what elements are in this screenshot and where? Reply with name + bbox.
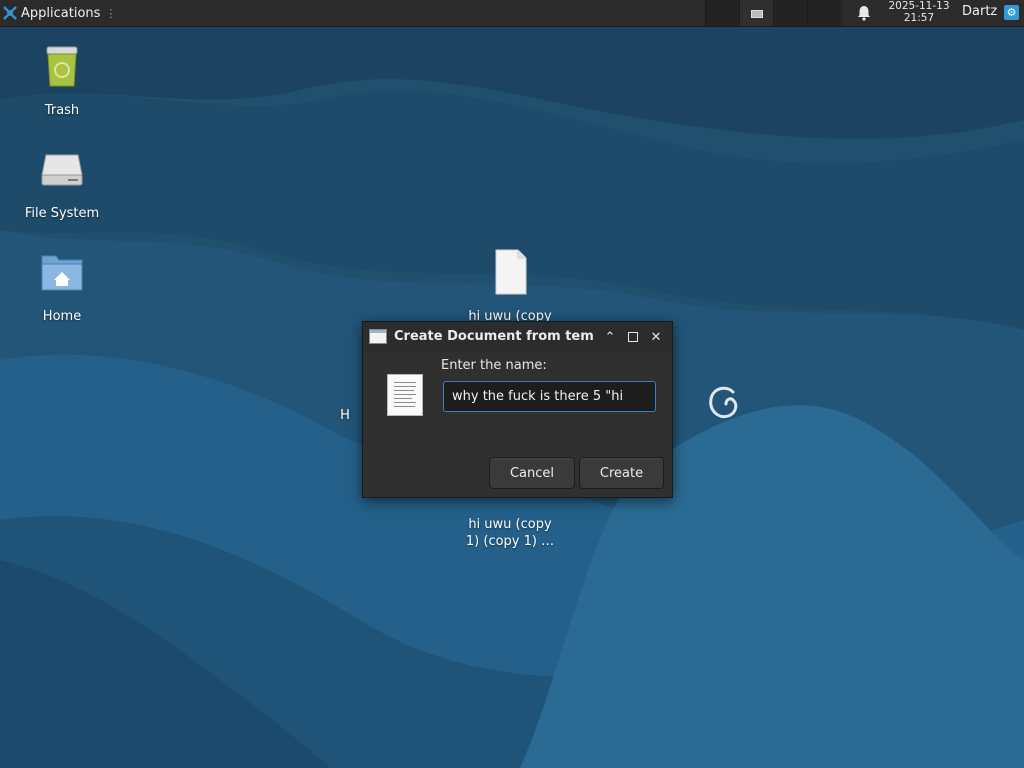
desktop-icon-trash[interactable]: Trash xyxy=(7,42,117,119)
clock-date: 2025-11-13 xyxy=(888,0,950,12)
window-thumbnail-icon xyxy=(751,10,763,18)
xfce-logo-icon xyxy=(3,6,17,20)
create-document-dialog: Create Document from templ ⌃ ✕ Enter the… xyxy=(362,321,673,498)
home-folder-icon xyxy=(41,255,83,291)
document-template-icon xyxy=(387,374,423,416)
desktop-icon-home[interactable]: Home xyxy=(7,248,117,325)
gear-icon[interactable]: ⚙ xyxy=(1004,5,1019,20)
top-panel: Applications ⋮ 2025-11-13 21:57 Dartz ⚙ xyxy=(0,0,1024,27)
desktop-icon-label: Home xyxy=(42,309,82,324)
workspace-4-button[interactable] xyxy=(807,0,842,26)
cancel-button[interactable]: Cancel xyxy=(489,457,575,489)
panel-clock[interactable]: 2025-11-13 21:57 xyxy=(884,0,954,24)
panel-grip-icon: ⋮ xyxy=(105,6,117,20)
desktop-icon-file[interactable]: hi uwu (copy xyxy=(455,248,565,325)
maximize-button[interactable] xyxy=(625,329,641,345)
trash-icon xyxy=(46,46,78,87)
desktop-icon-file-system[interactable]: File System xyxy=(7,145,117,222)
maximize-icon xyxy=(628,332,638,342)
clock-time: 21:57 xyxy=(903,11,935,24)
workspace-2-button[interactable] xyxy=(739,0,773,26)
workspace-3-button[interactable] xyxy=(773,0,807,26)
applications-label: Applications xyxy=(21,5,101,21)
file-icon xyxy=(495,249,527,295)
create-button[interactable]: Create xyxy=(579,457,664,489)
dialog-titlebar[interactable]: Create Document from templ ⌃ ✕ xyxy=(363,322,672,352)
window-icon xyxy=(369,329,387,344)
name-prompt-label: Enter the name: xyxy=(441,358,547,373)
applications-menu-button[interactable]: Applications ⋮ xyxy=(2,0,116,26)
close-button[interactable]: ✕ xyxy=(648,329,664,345)
desktop-icon-label: File System xyxy=(24,206,100,221)
shade-button[interactable]: ⌃ xyxy=(602,329,618,345)
drive-icon xyxy=(41,154,83,186)
dialog-title: Create Document from templ xyxy=(394,329,594,344)
desktop-icon-label: hi uwu (copy 1) (copy 1) … xyxy=(465,517,555,549)
desktop-icon-label: Trash xyxy=(44,103,80,118)
workspace-1-button[interactable] xyxy=(705,0,739,26)
bell-icon[interactable] xyxy=(855,4,873,22)
document-name-input[interactable] xyxy=(443,381,656,412)
user-menu-name[interactable]: Dartz xyxy=(962,4,997,19)
